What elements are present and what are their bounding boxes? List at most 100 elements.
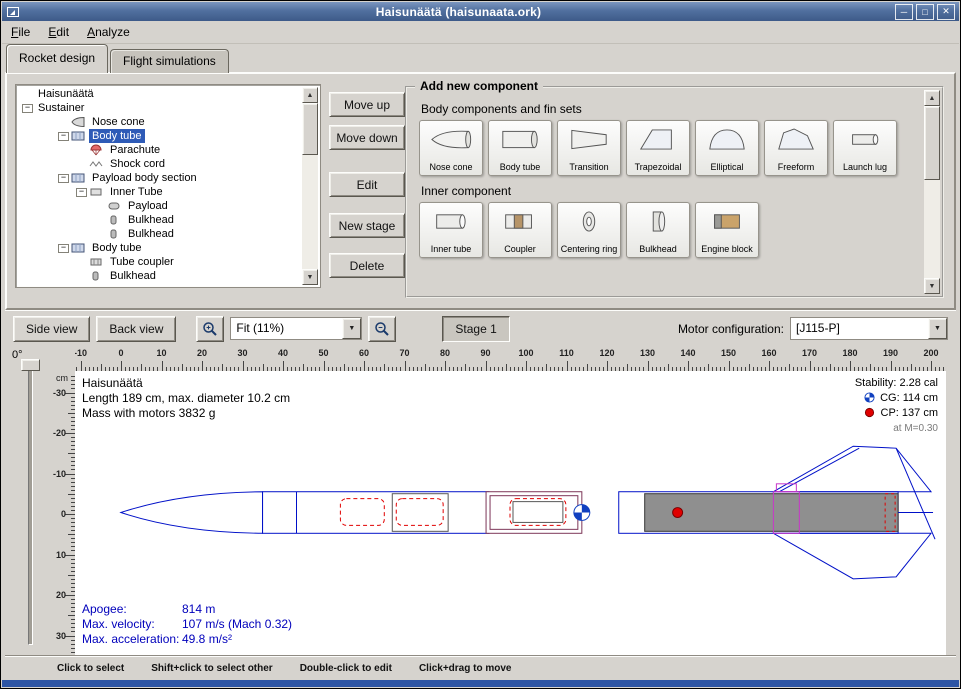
add-nose-cone-button[interactable]: Nose cone <box>419 120 483 176</box>
motor-config-label: Motor configuration: <box>678 322 784 336</box>
tree-item-haisun-t[interactable]: Haisunäätä <box>18 87 302 101</box>
rotation-slider-handle[interactable] <box>21 359 40 371</box>
palette-scrollbar[interactable] <box>924 90 940 294</box>
zoom-level-select[interactable]: Fit (11%) <box>230 317 362 340</box>
rocket-mass: Mass with motors 3832 g <box>82 406 290 421</box>
tree-action-buttons: Move up Move down Edit New stage Delete <box>329 74 405 308</box>
transition-icon <box>568 124 610 154</box>
tree-item-label: Payload body section <box>89 171 200 185</box>
cp-value: 137 cm <box>902 407 938 419</box>
add-centering-ring-button[interactable]: Centering ring <box>557 202 621 258</box>
back-view-button[interactable]: Back view <box>96 316 176 342</box>
maximize-button[interactable]: □ <box>916 4 934 20</box>
move-down-button[interactable]: Move down <box>329 125 405 150</box>
tree-scroll-thumb[interactable] <box>302 103 318 155</box>
motor-config-value: [J115-P] <box>791 318 928 339</box>
minimize-button[interactable]: ─ <box>895 4 913 20</box>
add-inner-tube-button[interactable]: Inner tube <box>419 202 483 258</box>
add-engine-block-button[interactable]: Engine block <box>695 202 759 258</box>
new-stage-button[interactable]: New stage <box>329 213 405 238</box>
menu-edit[interactable]: Edit <box>39 21 78 43</box>
tree-item-payload-body-section[interactable]: Payload body section <box>18 171 302 185</box>
rocket-canvas[interactable]: Haisunäätä Length 189 cm, max. diameter … <box>75 371 946 657</box>
add-bulkhead-button[interactable]: Bulkhead <box>626 202 690 258</box>
expander-icon[interactable] <box>22 104 33 113</box>
add-freeform-button[interactable]: Freeform <box>764 120 828 176</box>
chevron-down-icon[interactable] <box>928 318 947 339</box>
tree-item-sustainer[interactable]: Sustainer <box>18 101 302 115</box>
add-launch-lug-button[interactable]: Launch lug <box>833 120 897 176</box>
freeform-icon <box>775 124 817 154</box>
palette-scroll-thumb[interactable] <box>924 106 940 180</box>
cp-marker[interactable] <box>673 508 683 518</box>
menu-analyze[interactable]: Analyze <box>78 21 139 43</box>
menubar: FileEditAnalyze <box>2 21 959 44</box>
view-toolbar: Side view Back view Fit (11%) Stage 1 Mo… <box>5 314 956 343</box>
chevron-down-icon[interactable] <box>342 318 361 339</box>
tree-item-nose-cone[interactable]: Nose cone <box>18 115 302 129</box>
tree-item-bulkhead[interactable]: Bulkhead <box>18 227 302 241</box>
stage-1-toggle[interactable]: Stage 1 <box>442 316 509 342</box>
mach-note: at M=0.30 <box>855 421 938 436</box>
tree-item-body-tube[interactable]: Body tube <box>18 241 302 255</box>
tree-item-label: Shock cord <box>107 157 168 171</box>
zoom-in-button[interactable] <box>196 316 224 342</box>
zoom-out-button[interactable] <box>368 316 396 342</box>
fin-top-shape[interactable] <box>773 446 931 492</box>
tab-rocket-design[interactable]: Rocket design <box>6 44 108 73</box>
add-body-tube-button[interactable]: Body tube <box>488 120 552 176</box>
tree-item-payload[interactable]: Payload <box>18 199 302 213</box>
tree-item-parachute[interactable]: Parachute <box>18 143 302 157</box>
tree-item-label: Nose cone <box>89 115 148 129</box>
tree-item-shock-cord[interactable]: Shock cord <box>18 157 302 171</box>
tree-item-tube-coupler[interactable]: Tube coupler <box>18 255 302 269</box>
rocket-dimensions: Length 189 cm, max. diameter 10.2 cm <box>82 391 290 406</box>
component-label: Transition <box>568 163 609 172</box>
innertube-icon <box>430 206 472 236</box>
add-transition-button[interactable]: Transition <box>557 120 621 176</box>
scroll-down-icon[interactable] <box>924 278 940 294</box>
tree-item-inner-tube[interactable]: Inner Tube <box>18 185 302 199</box>
side-view-button[interactable]: Side view <box>13 316 90 342</box>
edit-button[interactable]: Edit <box>329 172 405 197</box>
scroll-up-icon[interactable] <box>924 90 940 106</box>
rocket-info: Haisunäätä Length 189 cm, max. diameter … <box>82 376 290 421</box>
scroll-up-icon[interactable] <box>302 87 318 103</box>
rotation-slider-track[interactable] <box>28 363 33 645</box>
tree-item-body-tube[interactable]: Body tube <box>18 129 302 143</box>
add-coupler-button[interactable]: Coupler <box>488 202 552 258</box>
menu-file[interactable]: File <box>2 21 39 43</box>
bulkhead-icon <box>107 214 122 226</box>
component-label: Centering ring <box>560 245 619 254</box>
trapezoidal-icon <box>637 124 679 154</box>
bodytube-icon <box>71 242 86 254</box>
move-up-button[interactable]: Move up <box>329 92 405 117</box>
flight-stat-max-acceleration: Max. acceleration:49.8 m/s² <box>82 632 292 647</box>
tree-item-label: Tube coupler <box>107 255 177 269</box>
expander-icon[interactable] <box>76 188 87 197</box>
add-elliptical-button[interactable]: Elliptical <box>695 120 759 176</box>
payload-section-shape[interactable] <box>486 492 582 534</box>
tree-item-label: Bulkhead <box>125 227 177 241</box>
tree-scrollbar[interactable] <box>302 87 318 285</box>
centeringring-icon <box>568 206 610 236</box>
nose-cone-shape[interactable] <box>121 492 263 534</box>
fin-bottom-shape[interactable] <box>773 533 931 579</box>
close-button[interactable]: ✕ <box>937 4 955 20</box>
cg-marker[interactable] <box>574 505 590 521</box>
add-trapezoidal-button[interactable]: Trapezoidal <box>626 120 690 176</box>
flight-stats: Apogee:814 mMax. velocity:107 m/s (Mach … <box>82 602 292 647</box>
tree-item-label: Inner Tube <box>107 185 166 199</box>
component-label: Body tube <box>499 163 542 172</box>
tab-flight-simulations[interactable]: Flight simulations <box>110 49 229 73</box>
expander-icon[interactable] <box>58 244 69 253</box>
status-bar: Click to selectShift+click to select oth… <box>5 656 956 679</box>
tree-item-bulkhead[interactable]: Bulkhead <box>18 213 302 227</box>
tree-item-bulkhead[interactable]: Bulkhead <box>18 269 302 283</box>
motor-config-select[interactable]: [J115-P] <box>790 317 948 340</box>
delete-button[interactable]: Delete <box>329 253 405 278</box>
component-label: Freeform <box>777 163 816 172</box>
expander-icon[interactable] <box>58 132 69 141</box>
scroll-down-icon[interactable] <box>302 269 318 285</box>
expander-icon[interactable] <box>58 174 69 183</box>
